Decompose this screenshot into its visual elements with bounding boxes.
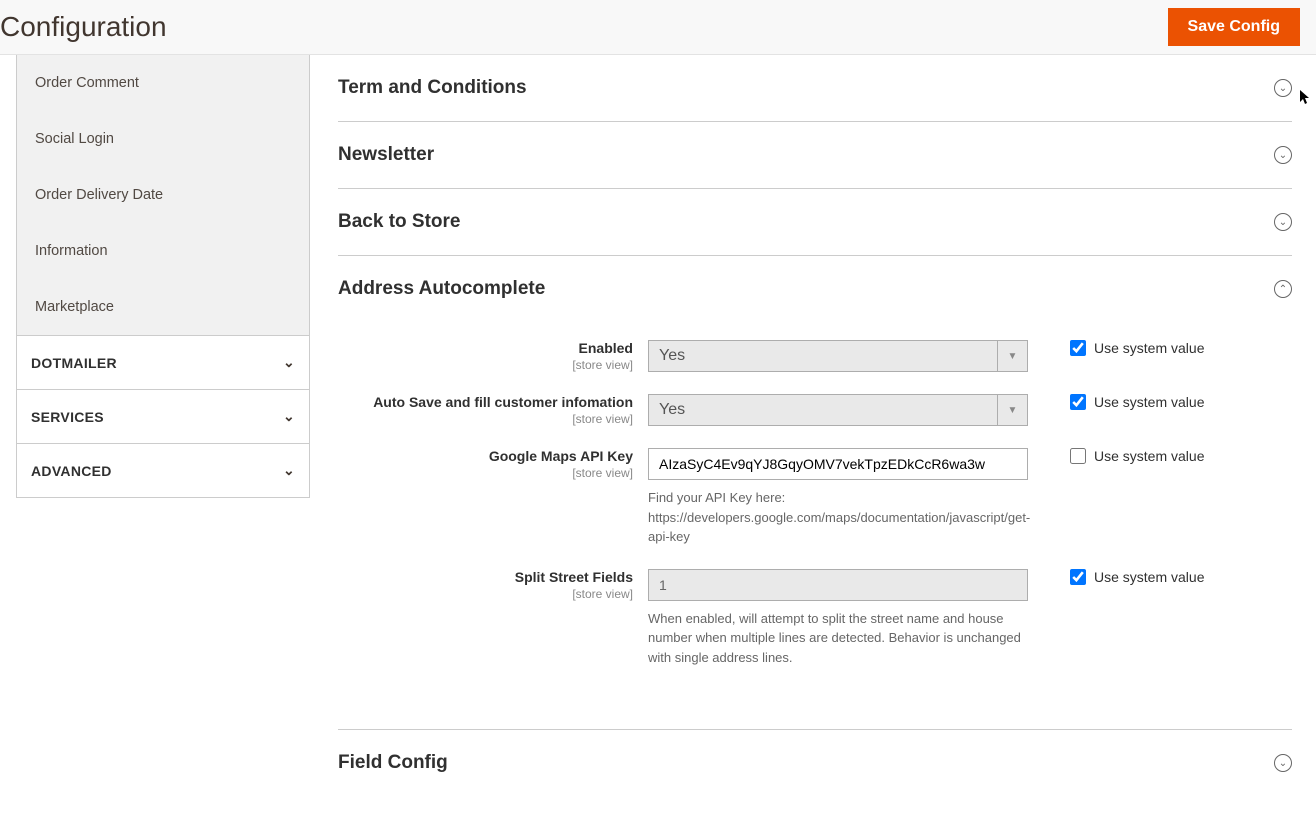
auto-save-use-system[interactable]: Use system value — [1070, 394, 1204, 410]
sidebar-item-order-delivery-date[interactable]: Order Delivery Date — [17, 167, 309, 223]
enabled-use-system-checkbox[interactable] — [1070, 340, 1086, 356]
sidebar-item-marketplace[interactable]: Marketplace — [17, 279, 309, 335]
use-system-label: Use system value — [1094, 448, 1204, 464]
field-scope: [store view] — [572, 358, 633, 372]
section-term-and-conditions[interactable]: Term and Conditions ⌄ — [338, 55, 1292, 122]
section-address-autocomplete-body: Enabled [store view] Yes ▼ Use system va… — [338, 322, 1292, 719]
api-key-use-system-checkbox[interactable] — [1070, 448, 1086, 464]
use-system-label: Use system value — [1094, 394, 1204, 410]
sidebar-group-services[interactable]: SERVICES ⌄ — [16, 390, 310, 444]
sidebar-group-label: ADVANCED — [31, 463, 112, 479]
field-api-key: Google Maps API Key [store view] Find yo… — [338, 448, 1292, 547]
dropdown-icon: ▼ — [998, 340, 1028, 372]
save-config-button[interactable]: Save Config — [1168, 8, 1300, 46]
split-street-input — [648, 569, 1028, 601]
chevron-down-icon: ⌄ — [283, 408, 295, 425]
api-key-use-system[interactable]: Use system value — [1070, 448, 1204, 464]
auto-save-use-system-checkbox[interactable] — [1070, 394, 1086, 410]
field-scope: [store view] — [572, 466, 633, 480]
use-system-label: Use system value — [1094, 569, 1204, 585]
split-street-note: When enabled, will attempt to split the … — [648, 609, 1028, 668]
section-field-config[interactable]: Field Config ⌄ — [338, 730, 1292, 796]
section-back-to-store[interactable]: Back to Store ⌄ — [338, 189, 1292, 256]
chevron-down-icon: ⌄ — [283, 354, 295, 371]
section-title: Newsletter — [338, 144, 434, 166]
main-content: Term and Conditions ⌄ Newsletter ⌄ Back … — [310, 55, 1316, 836]
sidebar-item-order-comment[interactable]: Order Comment — [17, 55, 309, 111]
split-street-use-system-checkbox[interactable] — [1070, 569, 1086, 585]
field-scope: [store view] — [572, 412, 633, 426]
sidebar: Order Comment Social Login Order Deliver… — [0, 55, 310, 836]
section-address-autocomplete[interactable]: Address Autocomplete ⌃ — [338, 256, 1292, 322]
field-label-text: Auto Save and fill customer infomation — [373, 394, 633, 410]
expand-icon: ⌃ — [1274, 280, 1292, 298]
field-label-text: Split Street Fields — [515, 569, 633, 585]
section-title: Back to Store — [338, 211, 460, 233]
enabled-use-system[interactable]: Use system value — [1070, 340, 1204, 356]
split-street-use-system[interactable]: Use system value — [1070, 569, 1204, 585]
api-key-input[interactable] — [648, 448, 1028, 480]
page-header: Configuration Save Config — [0, 0, 1316, 55]
section-newsletter[interactable]: Newsletter ⌄ — [338, 122, 1292, 189]
section-title: Term and Conditions — [338, 77, 527, 99]
page-title: Configuration — [0, 11, 167, 43]
sidebar-group-advanced[interactable]: ADVANCED ⌄ — [16, 444, 310, 498]
sidebar-group-label: SERVICES — [31, 409, 104, 425]
field-scope: [store view] — [572, 587, 633, 601]
auto-save-select-value: Yes — [648, 394, 998, 426]
field-auto-save: Auto Save and fill customer infomation [… — [338, 394, 1292, 426]
collapse-icon: ⌄ — [1274, 754, 1292, 772]
field-label-text: Google Maps API Key — [489, 448, 633, 464]
sidebar-group-dotmailer[interactable]: DOTMAILER ⌄ — [16, 336, 310, 390]
use-system-label: Use system value — [1094, 340, 1204, 356]
collapse-icon: ⌄ — [1274, 79, 1292, 97]
sidebar-group-label: DOTMAILER — [31, 355, 117, 371]
collapse-icon: ⌄ — [1274, 213, 1292, 231]
field-label-text: Enabled — [579, 340, 633, 356]
field-split-street: Split Street Fields [store view] When en… — [338, 569, 1292, 668]
auto-save-select[interactable]: Yes ▼ — [648, 394, 1028, 426]
sidebar-item-information[interactable]: Information — [17, 223, 309, 279]
enabled-select-value: Yes — [648, 340, 998, 372]
section-title: Address Autocomplete — [338, 278, 545, 300]
chevron-down-icon: ⌄ — [283, 462, 295, 479]
collapse-icon: ⌄ — [1274, 146, 1292, 164]
dropdown-icon: ▼ — [998, 394, 1028, 426]
field-enabled: Enabled [store view] Yes ▼ Use system va… — [338, 340, 1292, 372]
enabled-select[interactable]: Yes ▼ — [648, 340, 1028, 372]
api-key-note: Find your API Key here: https://develope… — [648, 488, 1028, 547]
sidebar-item-social-login[interactable]: Social Login — [17, 111, 309, 167]
section-title: Field Config — [338, 752, 448, 774]
